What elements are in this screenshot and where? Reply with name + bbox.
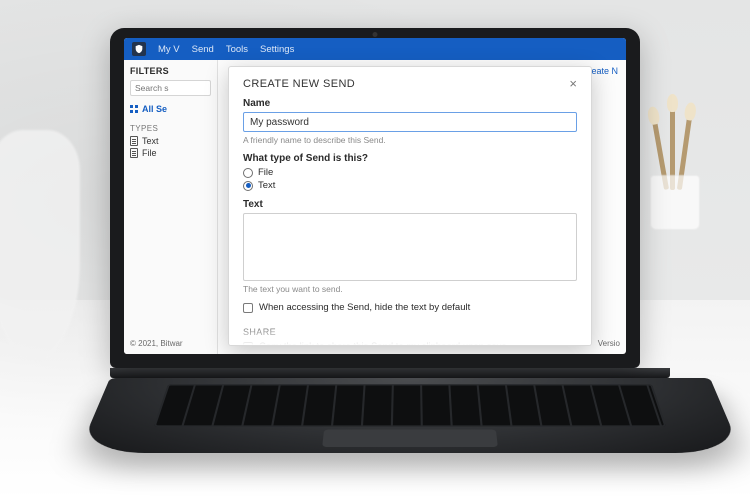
- name-label: Name: [243, 98, 577, 109]
- nav-send[interactable]: Send: [192, 44, 214, 55]
- laptop-hinge: [110, 368, 670, 378]
- trackpad: [322, 430, 498, 447]
- checkbox-icon: [243, 303, 253, 313]
- create-send-modal: CREATE NEW SEND × Name A friendly name t…: [228, 66, 592, 346]
- type-question: What type of Send is this?: [243, 153, 577, 164]
- laptop-deck: [78, 378, 742, 453]
- text-hint: The text you want to send.: [243, 284, 577, 294]
- camera-dot: [373, 32, 378, 37]
- text-label: Text: [243, 199, 577, 210]
- radio-label: Text: [258, 180, 275, 191]
- text-textarea[interactable]: [243, 213, 577, 281]
- background-brushes: [640, 110, 710, 230]
- name-input[interactable]: [243, 112, 577, 132]
- radio-text[interactable]: Text: [243, 180, 577, 191]
- nav-settings[interactable]: Settings: [260, 44, 294, 55]
- background-vase: [0, 130, 80, 360]
- hide-text-label: When accessing the Send, hide the text b…: [259, 302, 470, 313]
- nav-brand[interactable]: My V: [158, 44, 180, 55]
- radio-file[interactable]: File: [243, 167, 577, 178]
- laptop: My V Send Tools Settings FILTERS All Se …: [110, 28, 640, 488]
- radio-label: File: [258, 167, 273, 178]
- nav-tools[interactable]: Tools: [226, 44, 248, 55]
- radio-icon: [243, 181, 253, 191]
- top-nav: My V Send Tools Settings: [124, 38, 626, 60]
- app-screen: My V Send Tools Settings FILTERS All Se …: [124, 38, 626, 354]
- close-icon[interactable]: ×: [569, 77, 577, 90]
- keyboard: [153, 384, 666, 427]
- name-hint: A friendly name to describe this Send.: [243, 135, 577, 145]
- brand-logo-icon: [132, 42, 146, 56]
- modal-title: CREATE NEW SEND: [243, 78, 355, 90]
- hide-text-checkbox-row[interactable]: When accessing the Send, hide the text b…: [243, 302, 577, 313]
- radio-icon: [243, 168, 253, 178]
